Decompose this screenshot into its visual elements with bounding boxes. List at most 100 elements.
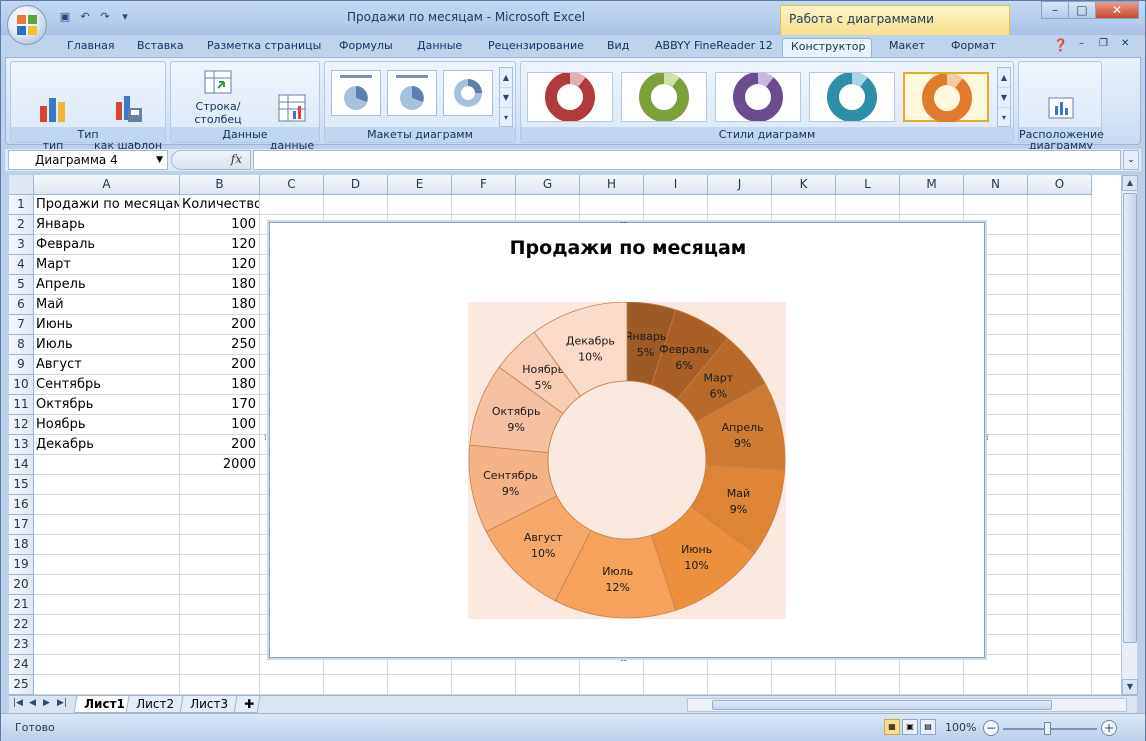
select-all-corner[interactable]: [9, 175, 34, 195]
name-box[interactable]: Диаграмма 4 ▼: [8, 150, 168, 170]
scroll-up-icon[interactable]: ▲: [998, 68, 1010, 88]
cell-month[interactable]: Март: [34, 255, 179, 275]
row-header-21[interactable]: 21: [9, 595, 34, 615]
chart-style-2[interactable]: [621, 72, 707, 122]
tab-data[interactable]: Данные: [417, 38, 462, 57]
cell-quantity[interactable]: 180: [180, 295, 259, 315]
normal-view-icon[interactable]: ▦: [884, 719, 900, 735]
doughnut-chart[interactable]: .... .... ⁞ ⁞ Продажи по месяцам Январь 5…: [264, 217, 989, 663]
undo-icon[interactable]: ↶: [77, 9, 93, 25]
plot-area[interactable]: Январь 5% Февраль 6% Март 6% Апрель 9% Май 9% Июнь…: [468, 301, 786, 619]
expand-formula-icon[interactable]: ⌄: [1123, 150, 1139, 170]
row-header-8[interactable]: 8: [9, 335, 34, 355]
qat-customize-icon[interactable]: ▾: [117, 9, 133, 25]
cell-quantity[interactable]: 170: [180, 395, 259, 415]
column-header-f[interactable]: F: [452, 175, 516, 195]
column-header-n[interactable]: N: [964, 175, 1028, 195]
row-header-4[interactable]: 4: [9, 255, 34, 275]
cell-month[interactable]: Декабрь: [34, 435, 179, 455]
scroll-down-arrow-icon[interactable]: ▼: [1122, 679, 1138, 695]
row-header-13[interactable]: 13: [9, 435, 34, 455]
row-header-15[interactable]: 15: [9, 475, 34, 495]
chart-resize-handle-right[interactable]: ⁞: [986, 434, 990, 444]
row-header-7[interactable]: 7: [9, 315, 34, 335]
row-header-2[interactable]: 2: [9, 215, 34, 235]
cell-month[interactable]: Июль: [34, 335, 179, 355]
chart-style-1[interactable]: [527, 72, 613, 122]
chart-style-5-selected[interactable]: [903, 72, 989, 123]
cell-b1[interactable]: Количество: [180, 195, 259, 215]
row-header-1[interactable]: 1: [9, 195, 34, 215]
cell-month[interactable]: Октябрь: [34, 395, 179, 415]
column-header-e[interactable]: E: [388, 175, 452, 195]
column-header-d[interactable]: D: [324, 175, 388, 195]
tab-home[interactable]: Главная: [67, 38, 115, 57]
office-button[interactable]: [7, 5, 47, 45]
row-header-14[interactable]: 14: [9, 455, 34, 475]
cell-month[interactable]: Май: [34, 295, 179, 315]
vertical-scrollbar[interactable]: ▲ ▼: [1121, 175, 1138, 695]
cell-quantity[interactable]: 100: [180, 215, 259, 235]
column-header-a[interactable]: A: [34, 175, 180, 195]
maximize-button[interactable]: □: [1068, 1, 1096, 19]
row-header-16[interactable]: 16: [9, 495, 34, 515]
row-header-3[interactable]: 3: [9, 235, 34, 255]
cell-quantity[interactable]: 120: [180, 235, 259, 255]
chart-resize-handle-bottom[interactable]: ....: [620, 655, 628, 663]
cell-month[interactable]: Ноябрь: [34, 415, 179, 435]
column-header-l[interactable]: L: [836, 175, 900, 195]
scroll-down-icon[interactable]: ▼: [500, 88, 512, 108]
ribbon-restore-icon[interactable]: ❐: [1099, 38, 1108, 49]
row-header-18[interactable]: 18: [9, 535, 34, 555]
first-sheet-icon[interactable]: |◀: [13, 698, 23, 708]
switch-row-column-button[interactable]: Строка/столбец: [173, 66, 263, 126]
zoom-in-icon[interactable]: +: [1101, 720, 1117, 736]
zoom-level[interactable]: 100%: [945, 721, 976, 734]
redo-icon[interactable]: ↷: [97, 9, 113, 25]
horizontal-scrollbar[interactable]: [687, 698, 1127, 712]
horizontal-scroll-thumb[interactable]: [712, 700, 1052, 710]
tab-page-layout[interactable]: Разметка страницы: [207, 38, 321, 57]
column-header-b[interactable]: B: [180, 175, 260, 195]
cell-quantity[interactable]: 120: [180, 255, 259, 275]
cell-quantity[interactable]: 180: [180, 275, 259, 295]
row-header-10[interactable]: 10: [9, 375, 34, 395]
row-header-17[interactable]: 17: [9, 515, 34, 535]
save-icon[interactable]: ▣: [57, 9, 73, 25]
row-header-11[interactable]: 11: [9, 395, 34, 415]
cell-month[interactable]: Июнь: [34, 315, 179, 335]
styles-scroll[interactable]: ▲ ▼ ▾: [997, 67, 1011, 127]
cell-month[interactable]: Февраль: [34, 235, 179, 255]
formula-input[interactable]: [253, 150, 1121, 170]
scroll-up-icon[interactable]: ▲: [500, 68, 512, 88]
tab-format[interactable]: Формат: [951, 38, 996, 57]
cell-total[interactable]: 2000: [180, 455, 259, 475]
tab-view[interactable]: Вид: [607, 38, 629, 57]
chart-resize-handle-left[interactable]: ⁞: [264, 434, 268, 444]
row-header-12[interactable]: 12: [9, 415, 34, 435]
cell-quantity[interactable]: 200: [180, 315, 259, 335]
tab-review[interactable]: Рецензирование: [488, 38, 584, 57]
cell-quantity[interactable]: 200: [180, 355, 259, 375]
chart-style-3[interactable]: [715, 72, 801, 122]
column-header-c[interactable]: C: [260, 175, 324, 195]
cell-quantity[interactable]: 100: [180, 415, 259, 435]
cell-month[interactable]: Август: [34, 355, 179, 375]
scroll-up-arrow-icon[interactable]: ▲: [1122, 175, 1138, 191]
cell-month[interactable]: Январь: [34, 215, 179, 235]
layout-thumbnail-2[interactable]: [387, 70, 437, 116]
scroll-down-icon[interactable]: ▼: [998, 88, 1010, 108]
insert-function-icon[interactable]: fx: [231, 152, 242, 166]
cell-month[interactable]: Сентябрь: [34, 375, 179, 395]
row-header-5[interactable]: 5: [9, 275, 34, 295]
tab-design[interactable]: Конструктор: [782, 38, 872, 57]
row-header-9[interactable]: 9: [9, 355, 34, 375]
column-header-m[interactable]: M: [900, 175, 964, 195]
column-header-g[interactable]: G: [516, 175, 580, 195]
column-header-i[interactable]: I: [644, 175, 708, 195]
row-header-6[interactable]: 6: [9, 295, 34, 315]
row-header-22[interactable]: 22: [9, 615, 34, 635]
chart-title[interactable]: Продажи по месяцам: [270, 237, 986, 259]
column-header-o[interactable]: O: [1028, 175, 1092, 195]
column-header-k[interactable]: K: [772, 175, 836, 195]
